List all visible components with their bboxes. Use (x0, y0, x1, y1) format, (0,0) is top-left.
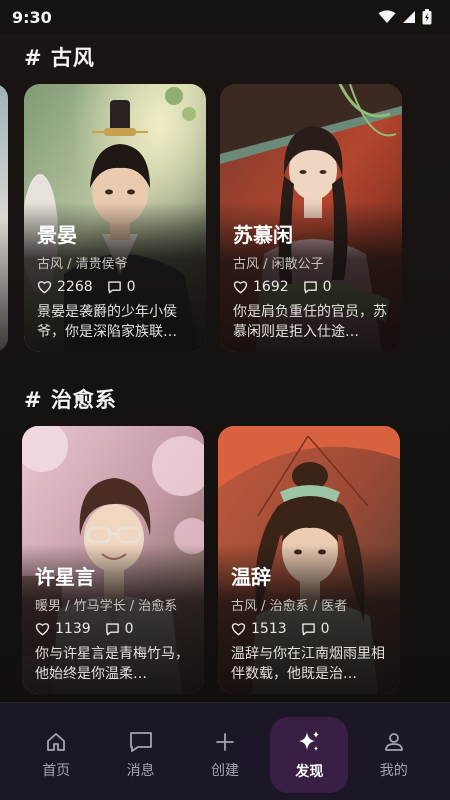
character-tags: 古风 / 闲散公子 (233, 257, 324, 272)
character-tags: 古风 / 治愈系 / 医者 (231, 599, 348, 614)
comment-stat: 0 (303, 279, 332, 295)
comment-count: 0 (322, 279, 332, 295)
character-tags: 古风 / 清贵侯爷 (37, 257, 128, 272)
character-card-jingyan[interactable]: 景晏 古风 / 清贵侯爷 2268 0 景晏是袭爵的少年小侯爷，你是深陷家族联… (24, 84, 206, 352)
message-icon (129, 732, 152, 752)
tab-label: 创建 (210, 763, 239, 779)
like-stat: 2268 (37, 279, 93, 295)
character-name: 景晏 (37, 223, 77, 247)
like-count: 1513 (251, 621, 287, 637)
sparkle-icon (299, 731, 320, 751)
character-tags: 暖男 / 竹马学长 / 治愈系 (35, 599, 178, 614)
character-name: 许星言 (35, 565, 95, 589)
comment-icon (301, 623, 315, 636)
comment-icon (303, 281, 317, 294)
comment-stat: 0 (301, 621, 330, 637)
comment-icon (107, 281, 121, 294)
battery-icon (422, 9, 432, 25)
bottom-tab-bar: 首页 消息 创建 发现 我的 (0, 702, 450, 800)
character-card-sumuxian[interactable]: 苏慕闲 古风 / 闲散公子 1692 0 你是肩负重任的官员，苏慕闲则是拒入仕途… (220, 84, 402, 352)
character-card-wenci[interactable]: 温辞 古风 / 治愈系 / 医者 1513 0 温辞与你在江南烟雨里相伴数载，他… (218, 426, 400, 694)
section-title-gufeng: # 古风 (24, 46, 95, 70)
comment-count: 0 (320, 621, 330, 637)
person-icon (384, 733, 403, 751)
character-description: 你与许星言是青梅竹马，他始终是你温柔… (35, 646, 189, 682)
status-time: 9:30 (12, 7, 52, 27)
signal-icon (403, 11, 415, 23)
character-description: 温辞与你在江南烟雨里相伴数载，他既是治… (231, 646, 385, 682)
character-name: 苏慕闲 (233, 223, 293, 247)
character-description: 景晏是袭爵的少年小侯爷，你是深陷家族联… (37, 304, 177, 340)
tab-label: 我的 (379, 763, 408, 779)
like-stat: 1513 (231, 621, 287, 637)
section-title-zhiyuxi: # 治愈系 (24, 388, 117, 412)
comment-stat: 0 (105, 621, 134, 637)
heart-icon (37, 281, 52, 294)
wifi-icon (378, 10, 396, 23)
character-card-xuxingyan[interactable]: 许星言 暖男 / 竹马学长 / 治愈系 1139 0 你与许星言是青梅竹马，他始… (22, 426, 204, 694)
like-stat: 1139 (35, 621, 91, 637)
status-icons (378, 9, 432, 25)
character-name: 温辞 (231, 565, 271, 589)
discover-feed[interactable]: # 古风 景晏 古风 / 清贵侯爷 2268 0 景晏是袭爵的少年小侯爷，你是深… (0, 34, 450, 702)
comment-count: 0 (126, 279, 136, 295)
status-bar: 9:30 (0, 0, 450, 34)
tab-label: 消息 (126, 763, 155, 779)
tab-create[interactable]: 创建 (186, 717, 264, 793)
heart-icon (233, 281, 248, 294)
partial-card-left[interactable] (0, 84, 8, 352)
heart-icon (35, 623, 50, 636)
tab-label: 发现 (295, 764, 324, 780)
like-count: 2268 (57, 279, 93, 295)
tab-home[interactable]: 首页 (17, 717, 95, 793)
comment-icon (105, 623, 119, 636)
character-description: 你是肩负重任的官员，苏慕闲则是拒入仕途… (233, 304, 387, 340)
tab-messages[interactable]: 消息 (102, 717, 180, 793)
tab-discover[interactable]: 发现 (270, 717, 349, 793)
like-stat: 1692 (233, 279, 289, 295)
comment-stat: 0 (107, 279, 136, 295)
home-icon (47, 733, 66, 751)
comment-count: 0 (124, 621, 134, 637)
like-count: 1692 (253, 279, 289, 295)
plus-icon (216, 733, 234, 751)
heart-icon (231, 623, 246, 636)
like-count: 1139 (55, 621, 91, 637)
tab-profile[interactable]: 我的 (355, 717, 433, 793)
tab-label: 首页 (42, 763, 71, 779)
